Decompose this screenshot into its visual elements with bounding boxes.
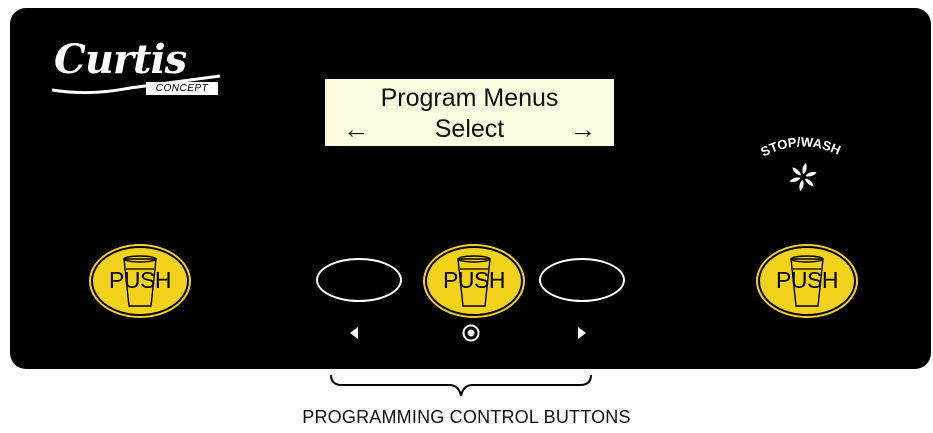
control-panel: Curtis CONCEPT Program Menus ← Select → … (10, 8, 931, 369)
push-label: PUSH (443, 267, 505, 293)
push-button-right[interactable]: PUSH (758, 246, 856, 316)
right-program-button[interactable] (539, 258, 625, 302)
stop-wash-button[interactable]: STOP/WASH (752, 128, 852, 198)
stop-wash-label: STOP/WASH (758, 134, 843, 159)
left-triangle-icon (350, 327, 358, 339)
lcd-display: Program Menus ← Select → (325, 79, 614, 146)
svg-text:STOP/WASH: STOP/WASH (758, 134, 843, 159)
bracket-brace (330, 374, 592, 397)
display-line-1: Program Menus (380, 84, 559, 112)
push-button-left[interactable]: PUSH (91, 246, 189, 316)
logo-text: Curtis (54, 36, 187, 83)
programming-buttons-caption: PROGRAMMING CONTROL BUTTONS (302, 407, 631, 427)
push-label: PUSH (109, 267, 171, 293)
logo-subtext: CONCEPT (146, 82, 218, 95)
push-label: PUSH (776, 267, 838, 293)
curtis-logo: Curtis CONCEPT (50, 36, 222, 98)
left-program-button[interactable] (316, 258, 402, 302)
pinwheel-icon (789, 163, 817, 191)
push-button-center[interactable]: PUSH (425, 246, 523, 316)
right-triangle-icon (578, 327, 586, 339)
target-circle-icon (462, 324, 480, 342)
right-arrow-icon: → (570, 114, 596, 144)
